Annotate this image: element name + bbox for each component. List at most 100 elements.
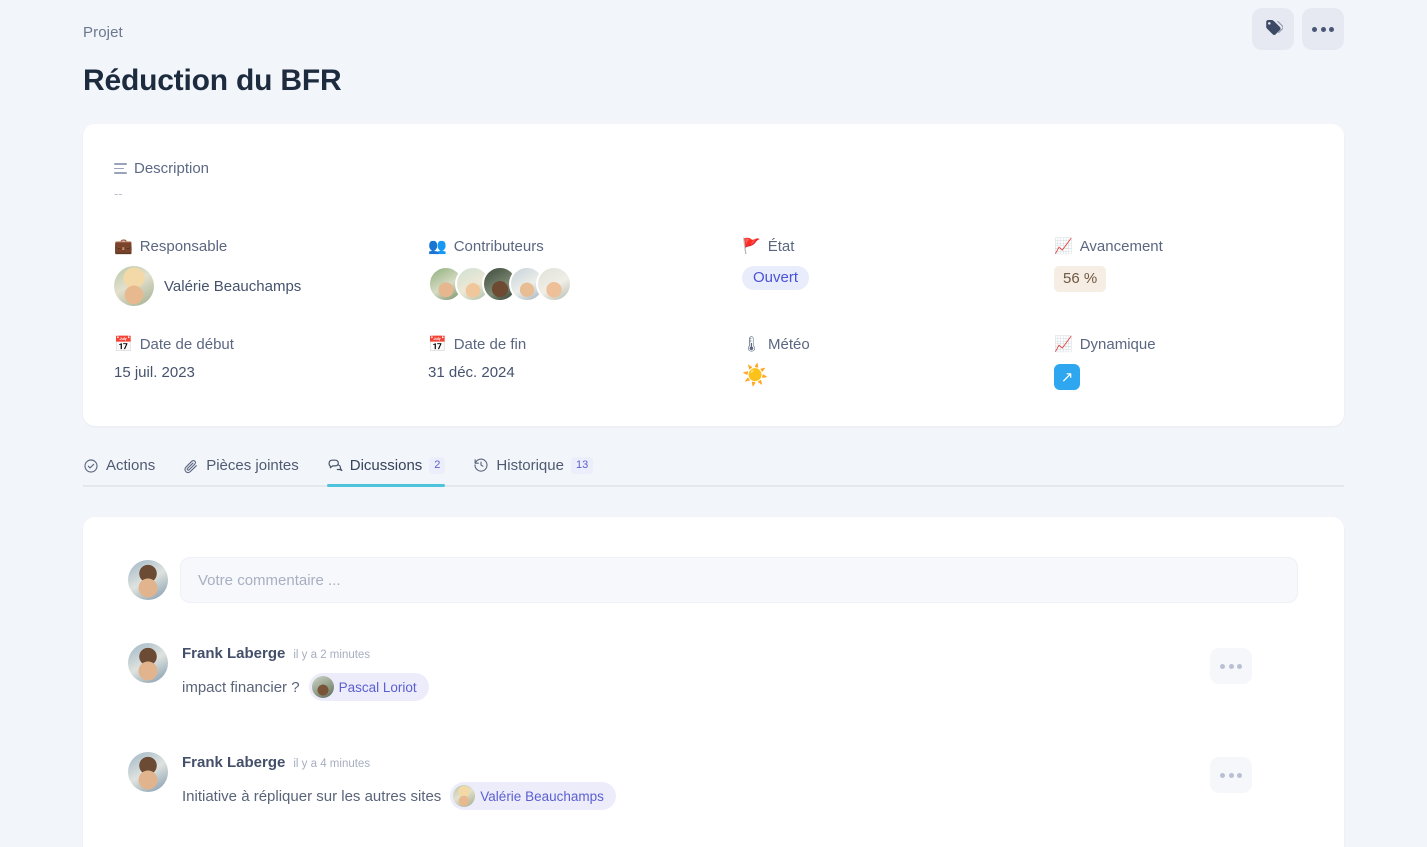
field-date-fin: 📅 Date de fin 31 déc. 2024 xyxy=(428,336,526,381)
tab-actions-label: Actions xyxy=(106,457,156,474)
field-contributeurs-value[interactable] xyxy=(428,266,572,302)
responsable-name: Valérie Beauchamps xyxy=(164,277,302,295)
tab-dicussions[interactable]: Dicussions 2 xyxy=(326,456,446,488)
field-responsable-label: 💼 Responsable xyxy=(114,238,301,255)
comment-item: Frank Laberge il y a 4 minutes Initiativ… xyxy=(128,752,1298,810)
calendar-icon: 📅 xyxy=(114,336,133,353)
description-label: Description xyxy=(114,160,209,177)
chart-increasing-icon: 📈 xyxy=(1054,238,1073,255)
tab-pieces-jointes[interactable]: Pièces jointes xyxy=(183,457,299,485)
comment-author: Frank Laberge xyxy=(182,645,286,662)
field-date-debut-value[interactable]: 15 juil. 2023 xyxy=(114,364,234,381)
breadcrumb[interactable]: Projet xyxy=(83,24,123,41)
field-etat: 🚩 État Ouvert xyxy=(742,238,810,290)
field-dynamique-label-text: Dynamique xyxy=(1079,336,1156,353)
contributor-avatar-stack[interactable] xyxy=(428,266,572,302)
comment-body: Frank Laberge il y a 4 minutes Initiativ… xyxy=(182,752,1298,810)
flag-icon: 🚩 xyxy=(742,238,761,255)
field-etat-label-text: État xyxy=(767,238,795,255)
people-icon: 👥 xyxy=(428,238,447,255)
comment-timestamp: il y a 4 minutes xyxy=(293,758,371,770)
comment-timestamp: il y a 2 minutes xyxy=(293,649,371,661)
mention-chip[interactable]: Valérie Beauchamps xyxy=(450,782,616,810)
tab-actions[interactable]: Actions xyxy=(83,457,155,485)
progress-badge[interactable]: 56 % xyxy=(1054,266,1107,292)
avatar xyxy=(453,785,476,807)
history-icon xyxy=(473,457,489,473)
tab-pieces-jointes-label: Pièces jointes xyxy=(206,457,299,474)
check-circle-icon xyxy=(83,458,99,474)
tag-icon xyxy=(1264,18,1284,40)
avatar xyxy=(536,266,572,302)
comment-text-row: Initiative à répliquer sur les autres si… xyxy=(182,782,1298,810)
comment-input[interactable] xyxy=(180,557,1298,603)
header-actions xyxy=(1252,8,1344,50)
paperclip-icon xyxy=(183,458,199,474)
field-responsable-value[interactable]: Valérie Beauchamps xyxy=(114,266,301,306)
comment-text: Initiative à répliquer sur les autres si… xyxy=(182,787,442,805)
comment-more-button[interactable] xyxy=(1210,757,1252,793)
field-date-debut: 📅 Date de début 15 juil. 2023 xyxy=(114,336,234,381)
field-date-fin-label-text: Date de fin xyxy=(453,336,527,353)
tab-bar-divider xyxy=(83,485,1344,487)
field-avancement: 📈 Avancement 56 % xyxy=(1054,238,1163,292)
mention-name: Valérie Beauchamps xyxy=(480,788,604,804)
comment-composer xyxy=(128,557,1298,603)
field-etat-label: 🚩 État xyxy=(742,238,809,255)
lines-icon xyxy=(114,163,127,174)
avatar xyxy=(128,643,168,683)
comment-item: Frank Laberge il y a 2 minutes impact fi… xyxy=(128,643,1298,701)
field-date-debut-label: 📅 Date de début xyxy=(114,336,234,353)
comment-body: Frank Laberge il y a 2 minutes impact fi… xyxy=(182,643,1298,701)
tab-dicussions-label: Dicussions xyxy=(349,456,423,474)
tag-button[interactable] xyxy=(1252,8,1294,50)
field-dynamique: 📈 Dynamique ↗ xyxy=(1054,336,1156,390)
ellipsis-icon xyxy=(1312,26,1334,32)
thermometer-icon: 🌡 xyxy=(742,336,762,353)
comment-more-button[interactable] xyxy=(1210,648,1252,684)
comment-text-row: impact financier ? Pascal Loriot xyxy=(182,673,1298,701)
chart-increasing-icon: 📈 xyxy=(1054,336,1073,353)
avatar xyxy=(114,266,154,306)
field-meteo-label-text: Météo xyxy=(768,336,810,353)
field-dynamique-value[interactable]: ↗ xyxy=(1054,364,1156,390)
mention-name: Pascal Loriot xyxy=(338,679,417,695)
description-label-text: Description xyxy=(134,160,210,177)
field-etat-value[interactable]: Ouvert xyxy=(742,266,810,290)
mention-chip[interactable]: Pascal Loriot xyxy=(308,673,429,701)
tab-list: Actions Pièces jointes Dicussions 2 Hist… xyxy=(83,447,1344,488)
comment-header: Frank Laberge il y a 2 minutes xyxy=(182,645,1298,662)
page-title: Réduction du BFR xyxy=(83,64,342,97)
field-date-fin-value[interactable]: 31 déc. 2024 xyxy=(428,364,526,381)
description-value[interactable]: -- xyxy=(114,186,123,201)
field-meteo-value[interactable]: ☀️ xyxy=(742,364,810,388)
field-avancement-label: 📈 Avancement xyxy=(1054,238,1163,255)
page-header: Projet Réduction du BFR xyxy=(0,0,1427,118)
arrow-up-right-icon[interactable]: ↗ xyxy=(1054,364,1080,390)
field-responsable-label-text: Responsable xyxy=(139,238,228,255)
header-more-button[interactable] xyxy=(1302,8,1344,50)
ellipsis-icon xyxy=(1220,772,1242,778)
field-avancement-value[interactable]: 56 % xyxy=(1054,266,1163,292)
field-contributeurs-label: 👥 Contributeurs xyxy=(428,238,572,255)
field-date-debut-label-text: Date de début xyxy=(139,336,234,353)
avatar xyxy=(128,752,168,792)
comment-text: impact financier ? xyxy=(182,678,300,696)
tab-historique-count: 13 xyxy=(570,456,594,474)
field-responsable: 💼 Responsable Valérie Beauchamps xyxy=(114,238,301,306)
tab-historique-label: Historique xyxy=(496,456,564,474)
field-contributeurs-label-text: Contributeurs xyxy=(453,238,544,255)
comment-author: Frank Laberge xyxy=(182,754,286,771)
chat-icon xyxy=(327,457,343,473)
field-meteo: 🌡 Météo ☀️ xyxy=(742,336,810,388)
tab-bar: Actions Pièces jointes Dicussions 2 Hist… xyxy=(83,447,1344,488)
field-avancement-label-text: Avancement xyxy=(1079,238,1163,255)
calendar-icon: 📅 xyxy=(428,336,447,353)
avatar xyxy=(311,676,334,698)
tab-dicussions-count: 2 xyxy=(429,456,446,474)
tab-historique[interactable]: Historique 13 xyxy=(473,456,594,485)
field-dynamique-label: 📈 Dynamique xyxy=(1054,336,1156,353)
avatar xyxy=(128,560,168,600)
field-date-fin-label: 📅 Date de fin xyxy=(428,336,526,353)
status-badge[interactable]: Ouvert xyxy=(742,266,810,290)
